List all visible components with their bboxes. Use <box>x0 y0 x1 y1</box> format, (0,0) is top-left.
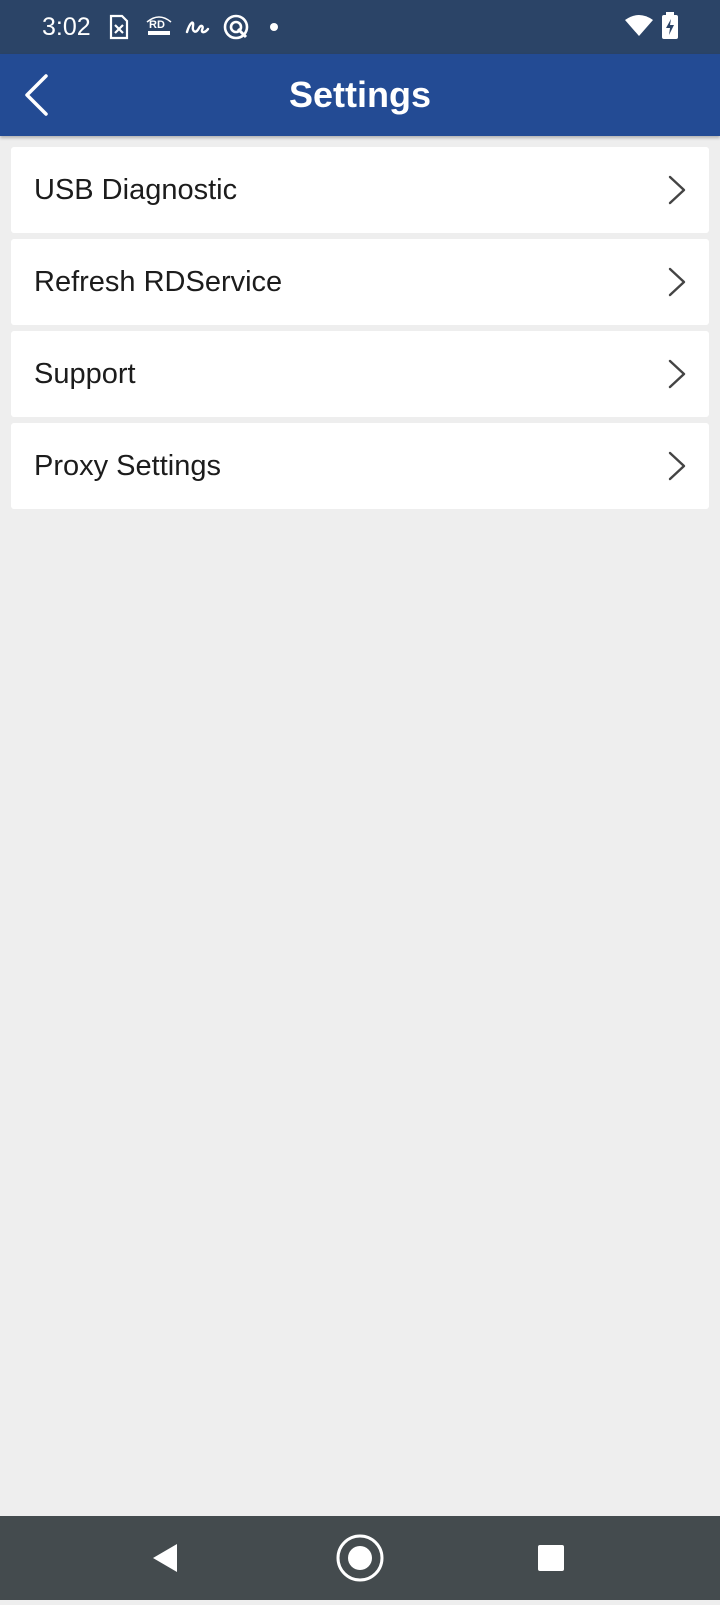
settings-item-label: USB Diagnostic <box>34 174 238 206</box>
svg-text:RD: RD <box>149 19 165 31</box>
settings-item-support[interactable]: Support <box>11 331 709 417</box>
chevron-right-icon <box>668 359 686 389</box>
settings-item-label: Support <box>34 358 136 390</box>
nav-recents-button[interactable] <box>506 1516 596 1600</box>
rd-service-icon: RD <box>146 16 172 35</box>
navigation-bar <box>0 1516 720 1600</box>
back-button[interactable] <box>14 69 66 121</box>
app-bar: Settings <box>0 54 720 136</box>
settings-list: USB Diagnostic Refresh RDService Support… <box>11 147 709 515</box>
recents-square-icon <box>538 1545 564 1571</box>
nav-back-button[interactable] <box>121 1516 211 1600</box>
battery-charging-icon <box>662 12 678 39</box>
settings-item-refresh-rdservice[interactable]: Refresh RDService <box>11 239 709 325</box>
signature-icon <box>185 21 210 34</box>
wifi-icon <box>625 15 653 36</box>
sim-card-icon <box>109 14 129 40</box>
settings-item-label: Refresh RDService <box>34 266 283 298</box>
settings-item-usb-diagnostic[interactable]: USB Diagnostic <box>11 147 709 233</box>
chevron-right-icon <box>668 175 686 205</box>
chevron-right-icon <box>668 267 686 297</box>
notification-dot-icon <box>270 23 278 31</box>
home-circle-icon <box>336 1534 384 1582</box>
page-title: Settings <box>288 74 431 115</box>
nav-home-button[interactable] <box>315 1516 405 1600</box>
chevron-right-icon <box>668 451 686 481</box>
back-triangle-icon <box>153 1544 177 1572</box>
chevron-left-icon <box>25 74 48 116</box>
settings-item-label: Proxy Settings <box>34 450 221 482</box>
settings-item-proxy-settings[interactable]: Proxy Settings <box>11 423 709 509</box>
status-time: 3:02 <box>42 13 91 41</box>
status-bar: 3:02 RD <box>0 0 720 54</box>
scan-icon <box>223 14 249 40</box>
